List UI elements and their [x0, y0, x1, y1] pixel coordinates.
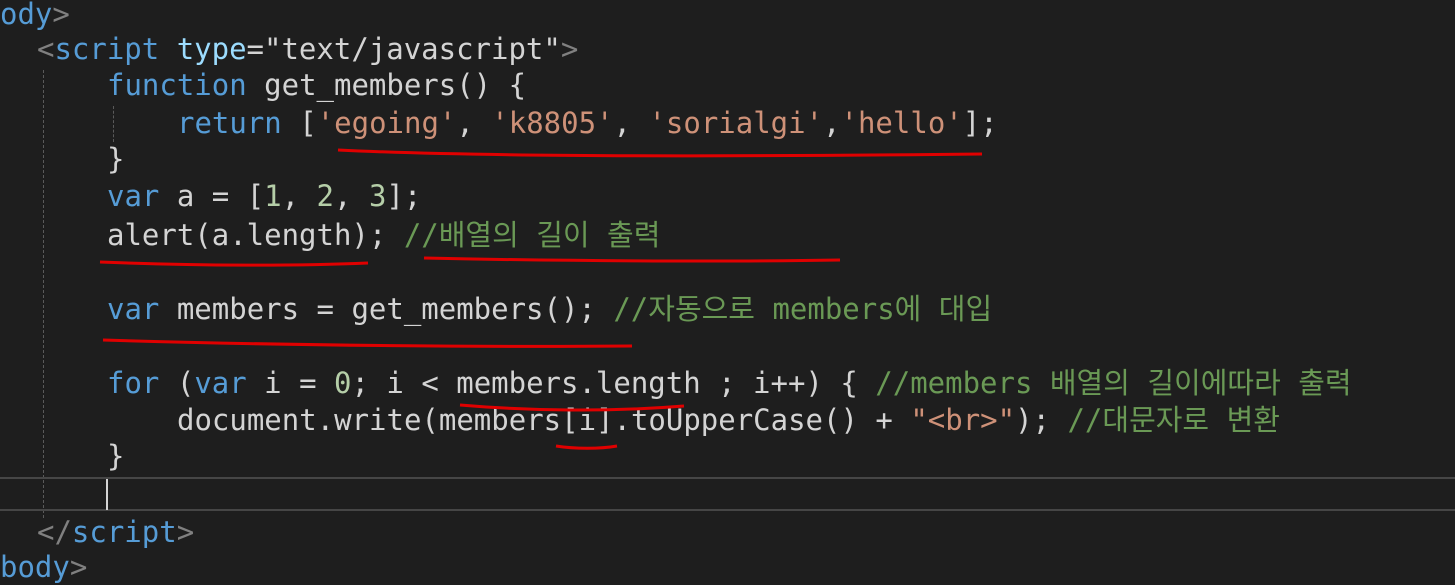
underline-comment: [423, 256, 841, 263]
underline-members-assign: [102, 338, 633, 348]
code-editor[interactable]: ody> <script type="text/javascript"> funct…: [0, 0, 1455, 584]
underline-members-length: [459, 403, 685, 412]
underline-alert: [99, 260, 369, 267]
red-annotations: [99, 148, 983, 450]
underline-index-i: [555, 444, 618, 450]
underline-return-array: [337, 148, 983, 158]
